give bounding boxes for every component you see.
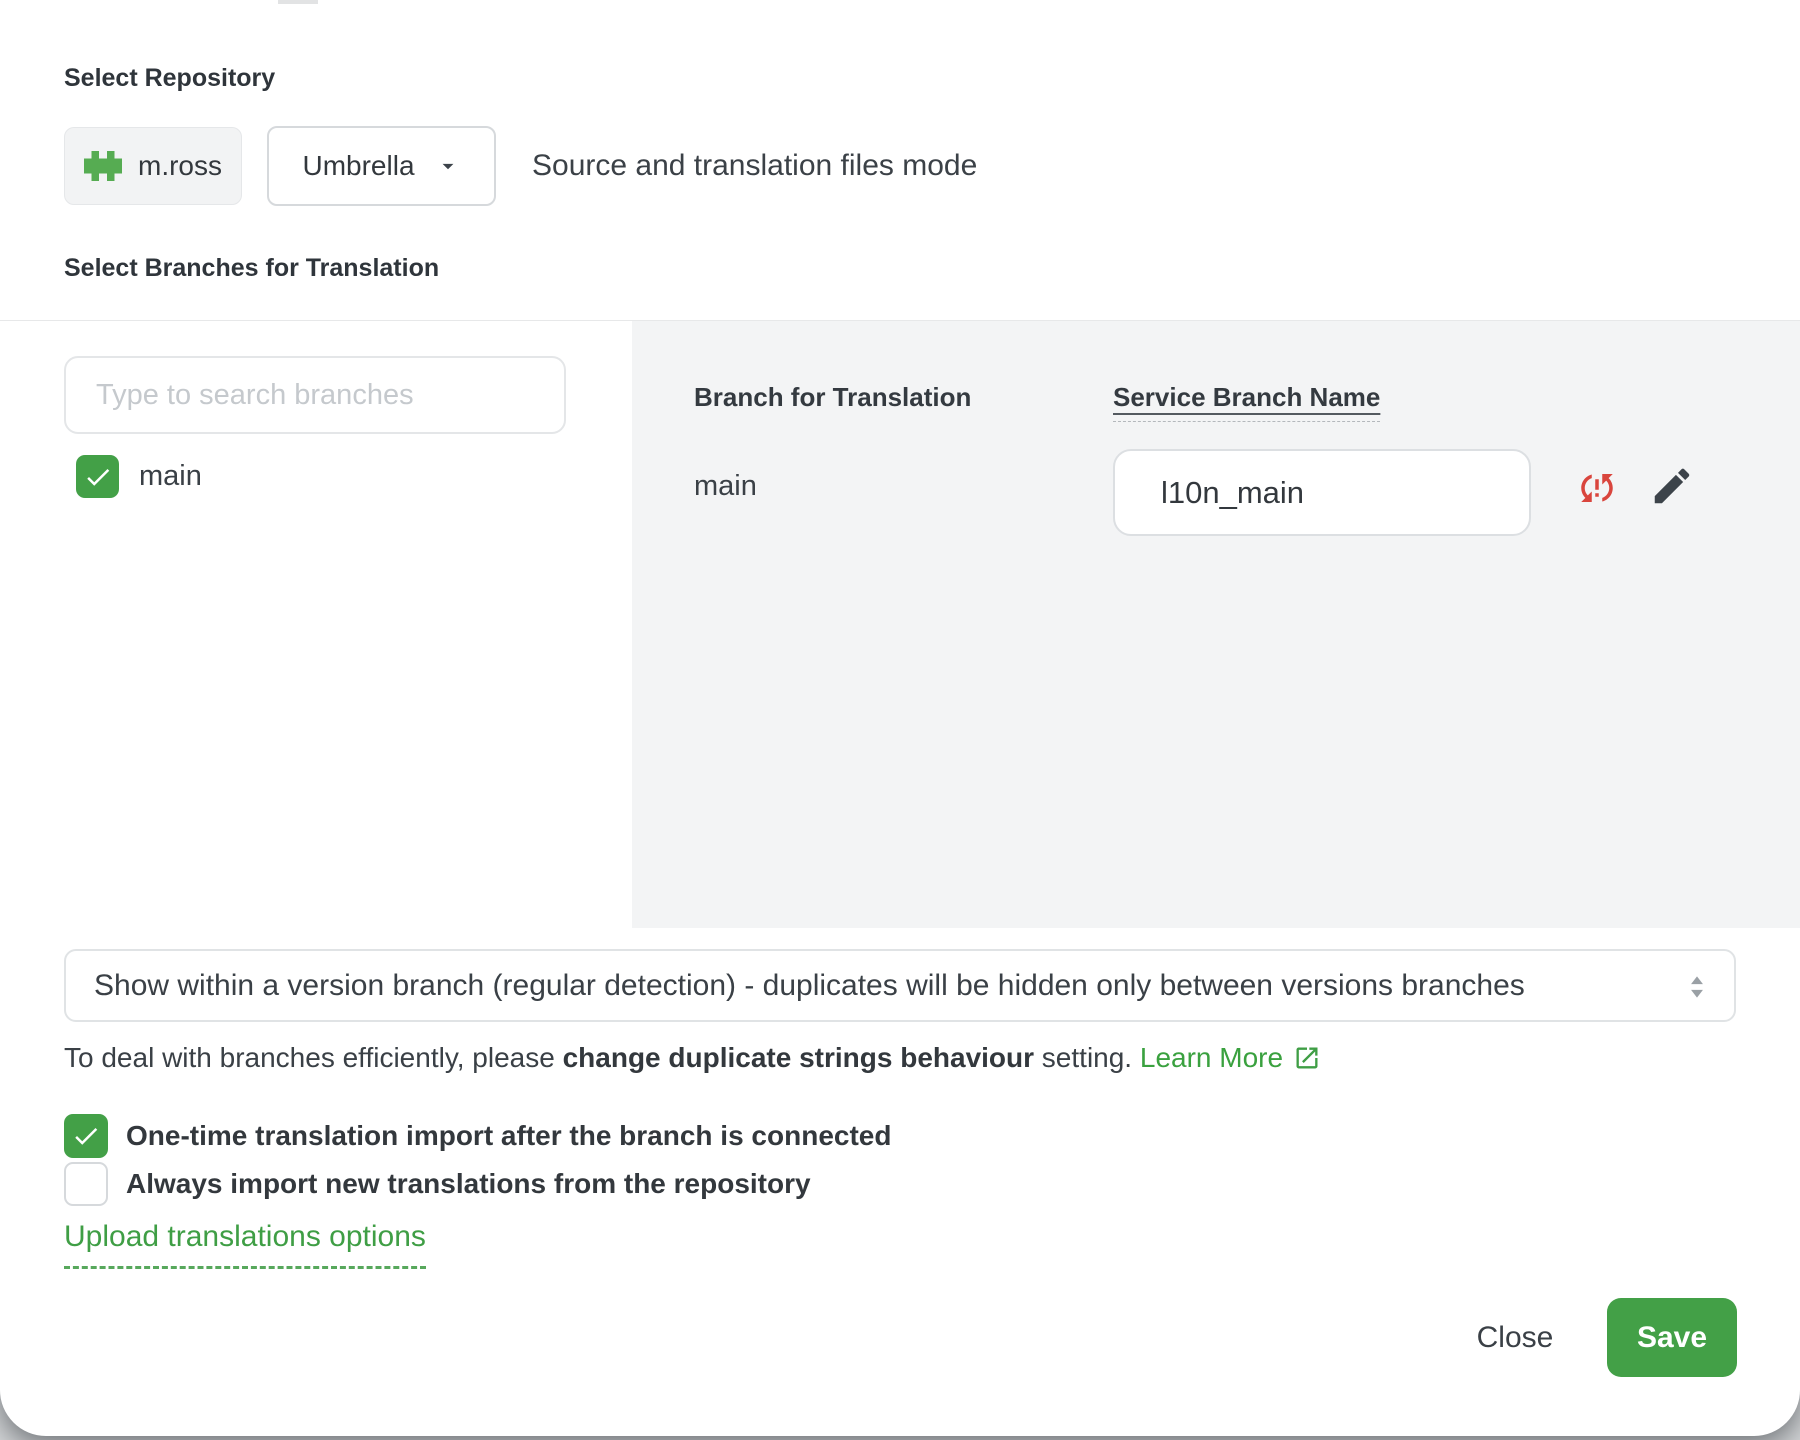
service-branch-input[interactable] xyxy=(1113,449,1531,536)
select-branches-title: Select Branches for Translation xyxy=(64,254,439,283)
branch-list-item[interactable]: main xyxy=(76,455,202,498)
files-mode-label: Source and translation files mode xyxy=(532,126,977,206)
note-suffix: setting. xyxy=(1034,1042,1140,1073)
duplicate-strings-select[interactable]: Show within a version branch (regular de… xyxy=(64,949,1736,1022)
note-prefix: To deal with branches efficiently, pleas… xyxy=(64,1042,563,1073)
external-link-icon[interactable] xyxy=(1293,1044,1321,1072)
one-time-import-option[interactable]: One-time translation import after the br… xyxy=(64,1114,891,1158)
always-import-label: Always import new translations from the … xyxy=(126,1168,811,1200)
note-bold: change duplicate strings behaviour xyxy=(563,1042,1034,1073)
always-import-checkbox[interactable] xyxy=(64,1162,108,1206)
upload-translations-link[interactable]: Upload translations options xyxy=(64,1220,426,1269)
always-import-option[interactable]: Always import new translations from the … xyxy=(64,1162,811,1206)
group-dropdown-value: Umbrella xyxy=(302,150,414,182)
mapped-branch-name: main xyxy=(694,470,757,503)
repository-chip[interactable]: m.ross xyxy=(64,127,242,205)
branch-column-header: Branch for Translation xyxy=(694,382,971,413)
close-button[interactable]: Close xyxy=(1437,1308,1593,1368)
branch-checkbox[interactable] xyxy=(76,455,119,498)
repository-name: m.ross xyxy=(138,150,222,182)
learn-more-link[interactable]: Learn More xyxy=(1140,1042,1283,1073)
branch-search-input[interactable] xyxy=(64,356,566,434)
check-icon xyxy=(83,462,113,492)
sync-problem-icon[interactable] xyxy=(1576,467,1618,509)
service-branch-column-header: Service Branch Name xyxy=(1113,382,1380,422)
branch-name: main xyxy=(139,460,202,493)
check-icon xyxy=(71,1121,101,1151)
one-time-import-checkbox[interactable] xyxy=(64,1114,108,1158)
edit-icon[interactable] xyxy=(1649,463,1695,509)
select-arrows-icon xyxy=(1680,969,1714,1005)
select-repository-title: Select Repository xyxy=(64,64,275,93)
one-time-import-label: One-time translation import after the br… xyxy=(126,1120,891,1152)
chevron-down-icon xyxy=(435,153,461,179)
repository-settings-modal: Select Repository m.ross Umbrella Source… xyxy=(0,0,1800,1436)
group-dropdown[interactable]: Umbrella xyxy=(267,126,496,206)
repository-avatar-icon xyxy=(84,150,122,182)
duplicates-note: To deal with branches efficiently, pleas… xyxy=(64,1042,1321,1074)
save-button[interactable]: Save xyxy=(1607,1298,1737,1377)
duplicate-strings-select-value: Show within a version branch (regular de… xyxy=(66,951,1734,1020)
cropped-top-artifact xyxy=(278,0,318,4)
